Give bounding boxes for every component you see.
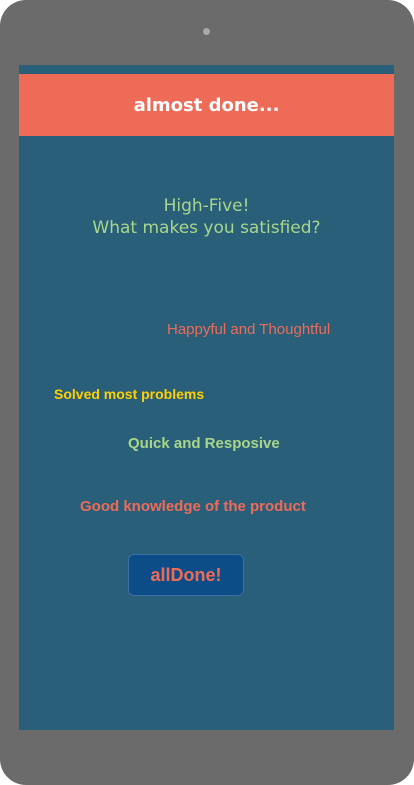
camera-icon <box>203 28 210 35</box>
header-bar: almost done... <box>19 74 394 136</box>
header-title: almost done... <box>133 94 280 116</box>
app-screen: almost done... High-Five! What makes you… <box>19 65 394 730</box>
option-happyful-thoughtful[interactable]: Happyful and Thoughtful <box>167 321 330 338</box>
question-text: High-Five! What makes you satisfied? <box>19 195 394 239</box>
all-done-button[interactable]: allDone! <box>128 554 244 596</box>
option-quick-responsive[interactable]: Quick and Resposive <box>128 435 280 452</box>
device-frame: almost done... High-Five! What makes you… <box>0 0 414 785</box>
question-line-2: What makes you satisfied? <box>92 218 321 238</box>
option-solved-problems[interactable]: Solved most problems <box>54 386 204 402</box>
option-good-knowledge[interactable]: Good knowledge of the product <box>80 498 306 515</box>
question-line-1: High-Five! <box>163 196 250 216</box>
